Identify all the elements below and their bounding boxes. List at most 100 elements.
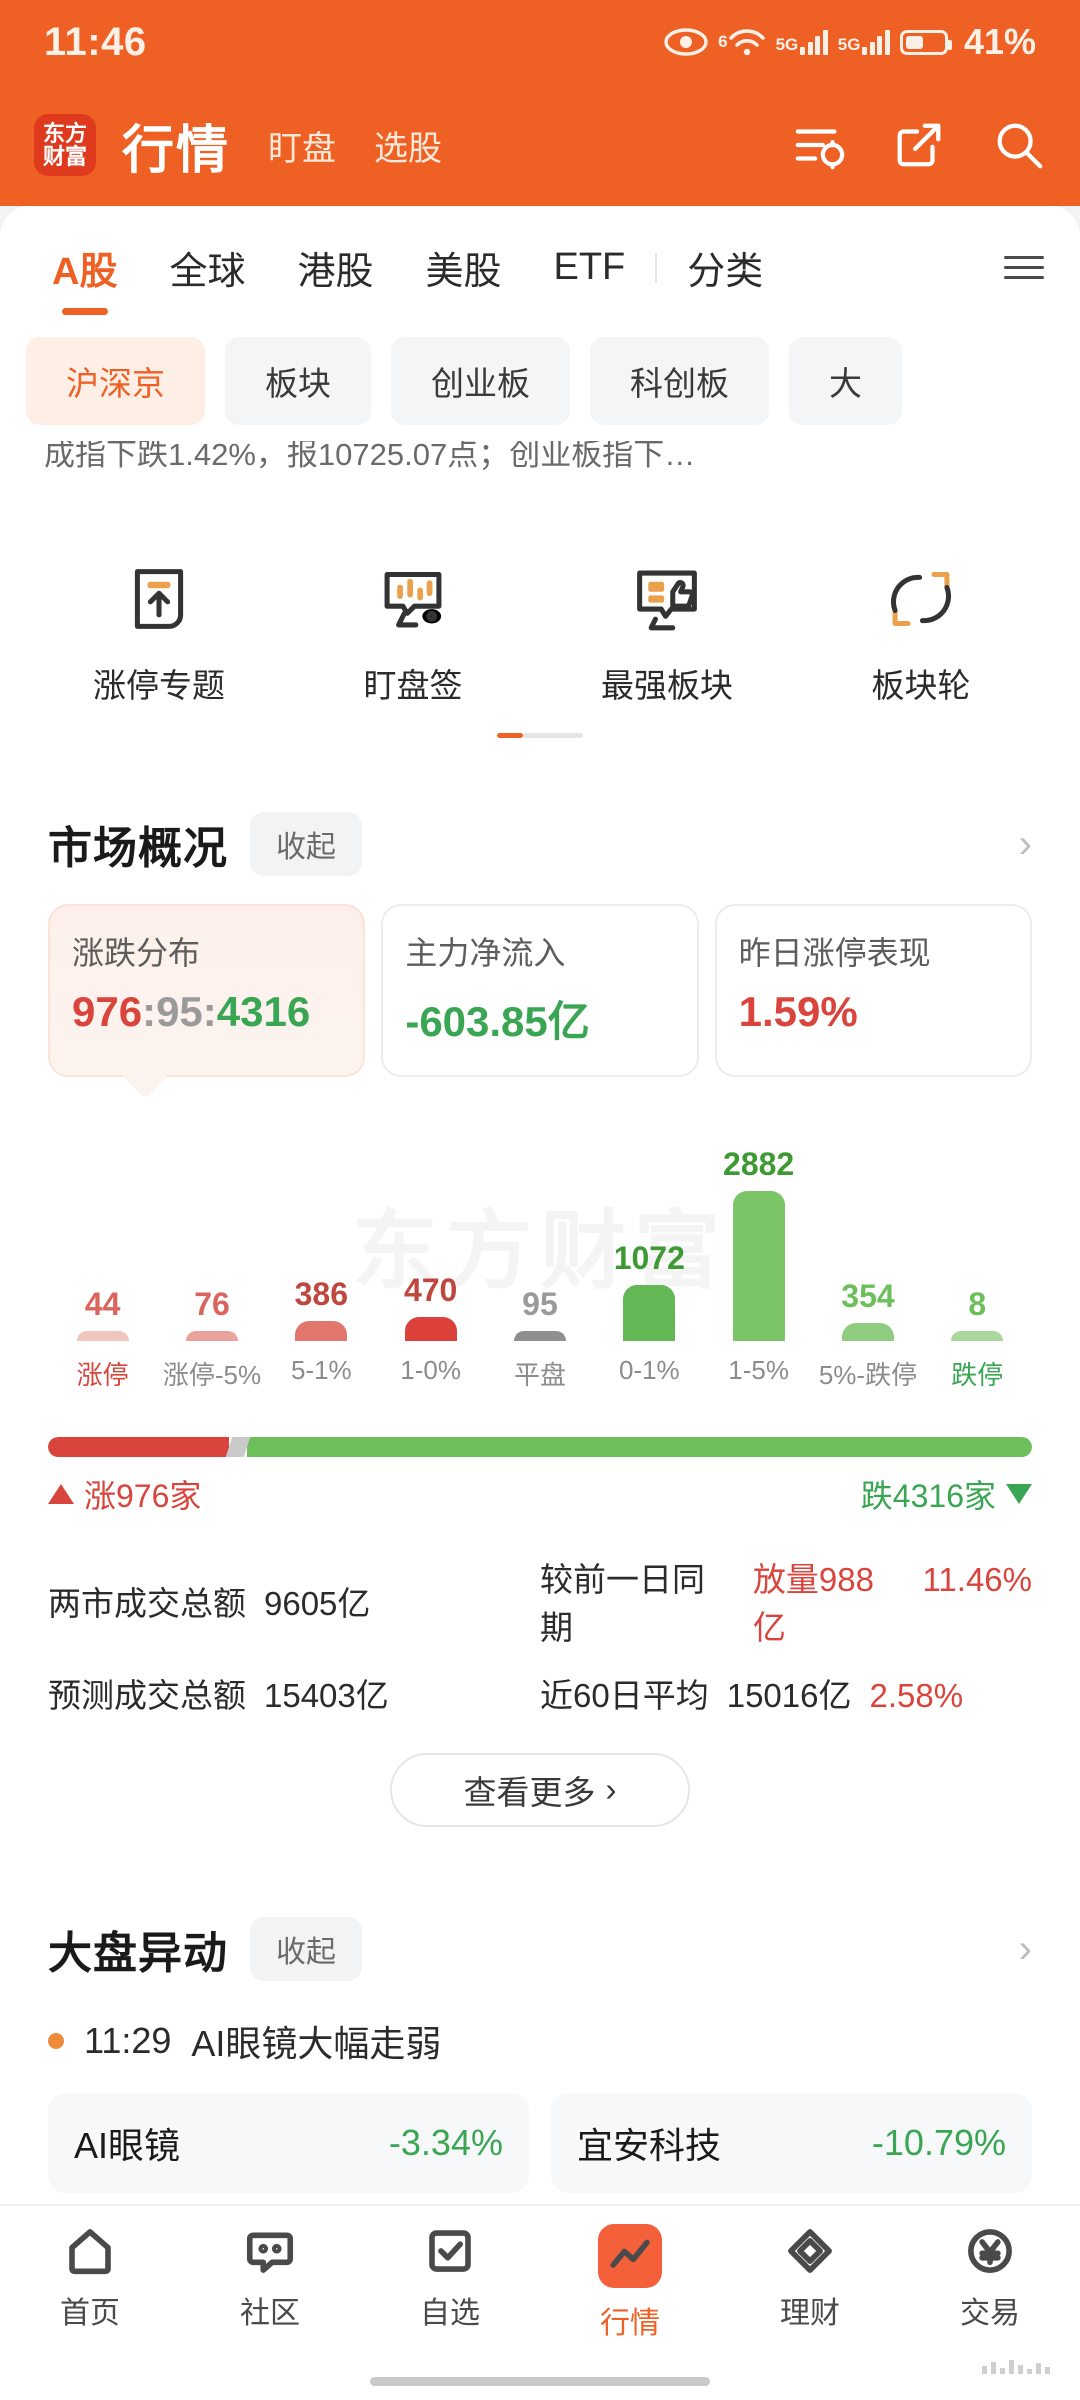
view-more-button[interactable]: 查看更多 ›: [390, 1753, 690, 1827]
chart-bar: [513, 1331, 566, 1341]
chart-x-label: 涨停: [76, 1360, 129, 1390]
chart-bar-column: 386: [267, 1276, 376, 1341]
quick-action-strongest-sector[interactable]: 最强板块: [540, 563, 794, 707]
search-icon[interactable]: [992, 118, 1046, 172]
movement-item[interactable]: 11:29 AI眼镜大幅走弱: [48, 2015, 1032, 2067]
eye-icon: [664, 27, 708, 57]
pager-dot-active: [497, 733, 523, 738]
status-icons: 6 5G 5G 41%: [664, 21, 1036, 63]
eastmoney-logo: 东方 财富: [34, 114, 96, 176]
chart-bar-column: 8: [923, 1286, 1032, 1341]
monitor-watch-icon: [384, 572, 442, 628]
bullet-dot-icon: [48, 2033, 64, 2049]
chart-bar: [295, 1321, 348, 1341]
nav-finance[interactable]: 理财: [720, 2224, 900, 2332]
signal-5g-icon-1: 5G: [776, 29, 828, 55]
nav-link-dingpan[interactable]: 盯盘: [268, 121, 336, 170]
wifi-gen-label: 6: [718, 32, 728, 51]
sector-rotation-icon: [890, 572, 952, 626]
logo-line2: 财富: [42, 144, 87, 169]
chart-bar-value: 2882: [723, 1146, 795, 1182]
chart-x-label: 5%-跌停: [818, 1360, 918, 1390]
chip-chuangyeban[interactable]: 创业板: [391, 337, 570, 425]
news-ticker-text: 成指下跌1.42%，报10725.07点；创业板指下…: [44, 441, 696, 472]
stat-total-turnover: 两市成交总额 9605亿: [48, 1577, 540, 1625]
stat-card-distribution[interactable]: 涨跌分布 976:95:4316: [48, 904, 366, 1077]
chip-hushenjing[interactable]: 沪深京: [26, 337, 205, 425]
quick-action-sector-rotation[interactable]: 板块轮: [794, 563, 1048, 707]
quick-actions-row: 涨停专题 盯盘签 最强板块 板块轮: [22, 563, 1058, 707]
app-header: 东方 财富 行情 盯盘 选股: [0, 84, 1080, 206]
chart-bar: [732, 1191, 785, 1341]
chip-bankuai[interactable]: 板块: [225, 337, 371, 425]
tab-etf[interactable]: ETF: [528, 240, 652, 295]
quick-actions-card: 涨停专题 盯盘签 最强板块 板块轮: [22, 521, 1058, 752]
chip-kechuangban[interactable]: 科创板: [590, 337, 769, 425]
nav-home[interactable]: 首页: [0, 2224, 180, 2332]
chart-bar-column: 95: [485, 1286, 594, 1341]
chip-more[interactable]: 大: [789, 337, 902, 425]
chart-bar-value: 386: [294, 1276, 349, 1312]
nav-watchlist[interactable]: 自选: [360, 2224, 540, 2332]
tab-a-shares[interactable]: A股: [26, 234, 143, 301]
bottom-navigation: 首页 社区 自选 行情 理财 交易: [0, 2204, 1080, 2400]
chart-bar-value: 44: [84, 1286, 121, 1322]
chart-bar-value: 8: [968, 1286, 987, 1322]
movement-tile-stock[interactable]: 宜安科技 -10.79%: [551, 2093, 1032, 2193]
tab-hk[interactable]: 港股: [271, 234, 399, 301]
tab-category[interactable]: 分类: [661, 234, 789, 301]
market-movement-card: 大盘异动 收起 › 11:29 AI眼镜大幅走弱 AI眼镜 -3.34% 宜安科…: [22, 1883, 1058, 2193]
stat-flat-count: 95: [156, 988, 203, 1035]
ratio-labels: 涨976家 跌4316家: [48, 1471, 1032, 1517]
tile-name: AI眼镜: [74, 2125, 181, 2166]
chart-bar-column: 470: [376, 1272, 485, 1341]
quick-action-limit-up-topic[interactable]: 涨停专题: [32, 563, 286, 707]
chart-bar-value: 1072: [613, 1240, 685, 1276]
stat-val: 放量988亿: [752, 1561, 874, 1646]
stat-value: 1.59%: [738, 988, 858, 1035]
nav-market[interactable]: 行情: [540, 2224, 720, 2342]
list-settings-icon[interactable]: [792, 118, 846, 172]
collapse-button[interactable]: 收起: [250, 1917, 362, 1981]
arrow-down-icon: [1006, 1484, 1032, 1504]
tab-us[interactable]: 美股: [399, 234, 527, 301]
nav-label: 理财: [780, 2297, 840, 2330]
news-ticker[interactable]: 成指下跌1.42%，报10725.07点；创业板指下…: [22, 441, 1058, 503]
view-more-label: 查看更多: [463, 1774, 596, 1811]
market-movement-header: 大盘异动 收起 ›: [48, 1917, 1032, 1981]
quick-action-label: 最强板块: [601, 667, 733, 704]
stat-key: 两市成交总额: [48, 1585, 246, 1622]
stat-val: 15016亿: [726, 1677, 852, 1714]
tabs-menu-icon[interactable]: [1004, 256, 1054, 279]
up-down-ratio-bar: [48, 1437, 1032, 1457]
market-tabs: A股 全球 港股 美股 ETF 分类: [0, 206, 1080, 301]
movement-tile-sector[interactable]: AI眼镜 -3.34%: [48, 2093, 529, 2193]
tab-divider: [655, 252, 658, 283]
chevron-right-icon[interactable]: ›: [1019, 824, 1032, 864]
nav-trade[interactable]: 交易: [900, 2224, 1080, 2332]
nav-label: 自选: [420, 2297, 480, 2330]
stat-val2: 2.58%: [869, 1677, 964, 1714]
stat-label: 昨日涨停表现: [738, 935, 931, 971]
stat-up-count: 976: [72, 988, 143, 1035]
ratio-up-text: 涨976家: [84, 1478, 202, 1514]
nav-link-xuangu[interactable]: 选股: [374, 121, 442, 170]
collapse-button[interactable]: 收起: [250, 812, 362, 876]
stat-down-count: 4316: [216, 988, 311, 1035]
signal-bars-2: [862, 29, 890, 55]
nav-community[interactable]: 社区: [180, 2224, 360, 2332]
chevron-right-icon[interactable]: ›: [1019, 1929, 1032, 1969]
quick-actions-pager: [22, 733, 1058, 738]
stat-card-yesterday-limitup[interactable]: 昨日涨停表现 1.59%: [714, 904, 1032, 1077]
net1-label: 5G: [775, 35, 799, 54]
stat-card-net-inflow[interactable]: 主力净流入 -603.85亿: [381, 904, 699, 1077]
finance-icon: [788, 2229, 832, 2273]
quick-action-monitor-tag[interactable]: 盯盘签: [286, 563, 540, 707]
chart-x-labels: 涨停 涨停-5% 5-1% 1-0% 平盘 0-1% 1-5% 5%-跌停 跌停: [48, 1355, 1032, 1392]
tab-global[interactable]: 全球: [143, 234, 271, 301]
app-header-actions: [792, 118, 1046, 172]
market-overview-header: 市场概况 收起 ›: [48, 812, 1032, 876]
share-icon[interactable]: [892, 118, 946, 172]
chart-x-label: 平盘: [513, 1360, 566, 1390]
filter-chips: 沪深京 板块 创业板 科创板 大: [0, 301, 1080, 435]
